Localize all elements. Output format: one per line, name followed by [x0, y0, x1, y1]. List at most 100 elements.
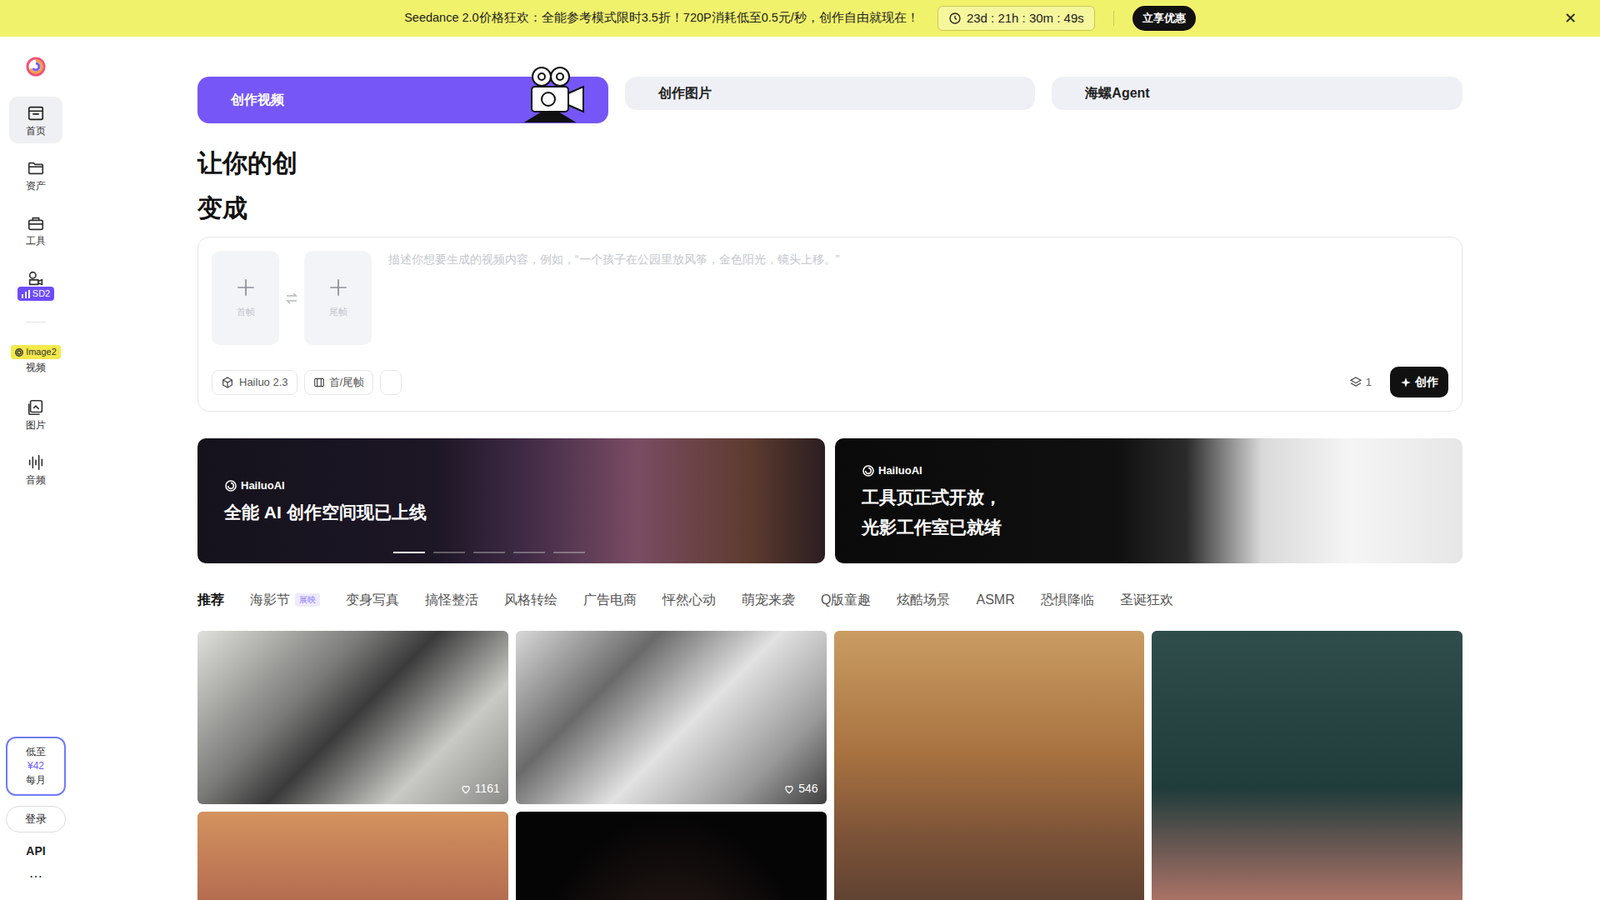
mode-tab[interactable]: 创作视频 [197, 76, 609, 124]
carousel-dot[interactable] [393, 551, 425, 554]
api-link[interactable]: API [25, 842, 45, 860]
promo-card[interactable]: HailuoAI全能 AI 创作空间现已上线 [197, 438, 825, 564]
likes-count: 546 [798, 780, 818, 798]
sidebar-item[interactable]: 首页 [9, 96, 63, 144]
gallery-card[interactable] [515, 811, 827, 900]
close-button[interactable]: ✕ [1564, 8, 1577, 29]
carousel-dot[interactable] [473, 551, 505, 554]
mode-label: 首/尾帧 [329, 374, 365, 391]
promo-bar-content: Seedance 2.0价格狂欢：全能参考模式限时3.5折！720P消耗低至0.… [404, 5, 1196, 31]
countdown: 23d : 21h : 30m : 49s [937, 5, 1095, 31]
mode-tab[interactable]: 海螺Agent [1051, 76, 1463, 110]
mode-select[interactable]: 首/尾帧 [304, 370, 375, 395]
sidebar-item[interactable]: 音频 [9, 445, 63, 493]
sidebar-label: 视频 [25, 361, 46, 374]
sidebar-item[interactable]: Image2视频 [9, 335, 63, 383]
category-label: 怦然心动 [662, 590, 716, 610]
category-label: 海影节 [250, 590, 290, 610]
category-tab[interactable]: ASMR [975, 590, 1015, 610]
category-tab[interactable]: 恐惧降临 [1040, 590, 1095, 610]
sparkle-icon [1400, 376, 1412, 389]
likes[interactable]: 546 [783, 780, 818, 798]
category-tab[interactable]: 圣诞狂欢 [1120, 590, 1174, 610]
gallery-column [1151, 630, 1463, 900]
sidebar-label: 图片 [25, 419, 46, 431]
category-badge: 展映 [295, 593, 320, 607]
frame-label: 尾帧 [329, 305, 348, 320]
create-label: 创作 [1415, 373, 1439, 391]
divider [1113, 10, 1115, 26]
gallery-card[interactable] [1151, 630, 1463, 900]
sidebar-item[interactable]: SD2 [9, 261, 63, 309]
category-tab[interactable]: 风格转绘 [504, 590, 558, 610]
frame-upload[interactable]: 首帧 [211, 250, 280, 345]
category-label: 搞怪整活 [425, 590, 479, 610]
composer: 首帧尾帧 Hailuo 2.3 首/尾帧 1 创作 [197, 236, 1463, 412]
offer-button[interactable]: 立享优惠 [1132, 5, 1196, 31]
badge-text: Image2 [25, 345, 57, 360]
clock-icon [948, 11, 962, 25]
chart-icon [21, 290, 30, 299]
headline: 让你的创变成 [197, 140, 1463, 231]
category-tab[interactable]: 变身写真 [345, 590, 400, 610]
login-button[interactable]: 登录 [5, 805, 66, 833]
category-tab[interactable]: 推荐 [197, 590, 225, 610]
heart-icon [460, 783, 472, 795]
content: 创作视频 创作图片 海螺Agent 让你的创变成首帧尾帧 Hailuo 2.3 首/尾帧 1… [197, 76, 1463, 900]
countdown-text: 23d : 21h : 30m : 49s [966, 9, 1085, 29]
gallery-card[interactable]: 546 [515, 630, 827, 805]
heart-icon [783, 783, 795, 795]
category-tab[interactable]: 搞怪整活 [425, 590, 479, 610]
gallery-column: 1161 [197, 630, 509, 900]
count-text: 1 [1365, 374, 1372, 391]
category-tab[interactable]: 怦然心动 [662, 590, 716, 610]
sidebar-item[interactable]: 资产 [9, 151, 63, 199]
plus-icon [235, 276, 257, 299]
likes-count: 1161 [475, 780, 500, 798]
sidebar-item[interactable]: 图片 [9, 390, 63, 438]
category-tab[interactable]: 炫酷场景 [896, 590, 950, 610]
composer-bottom: Hailuo 2.3 首/尾帧 1 创作 [211, 366, 1449, 398]
headline-line: 变成 [197, 185, 1463, 231]
frame-upload[interactable]: 尾帧 [304, 250, 372, 345]
carousel-dot[interactable] [553, 551, 585, 554]
carousel-dot[interactable] [433, 551, 465, 554]
mode-tab-label: 创作视频 [230, 90, 285, 110]
promo-text: HailuoAI工具页正式开放，光影工作室已就绪 [835, 438, 1152, 564]
carousel-dot[interactable] [513, 551, 545, 554]
app-body: 首页资产工具SD2Image2视频图片音频低至¥42每月登录API⋯创作视频创作… [0, 36, 1600, 900]
category-tab[interactable]: 萌宠来袭 [741, 590, 795, 610]
pricing-card[interactable]: 低至¥42每月 [5, 736, 66, 796]
category-tab[interactable]: Q版童趣 [820, 590, 871, 610]
category-tab[interactable]: 广告电商 [583, 590, 637, 610]
gallery-column [834, 630, 1145, 900]
mode-tab-label: 海螺Agent [1085, 83, 1150, 104]
prompt-input[interactable] [388, 250, 1449, 335]
sidebar-item[interactable]: 工具 [9, 206, 63, 254]
likes[interactable]: 1161 [460, 780, 500, 798]
promo-title: 工具页正式开放， [861, 485, 1152, 510]
create-button[interactable]: 创作 [1390, 366, 1449, 398]
more-button[interactable]: ⋯ [29, 870, 43, 884]
pricing-line: 每月 [25, 773, 46, 788]
badge: SD2 [17, 286, 55, 301]
category-label: 圣诞狂欢 [1120, 590, 1174, 610]
promo-title: 光影工作室已就绪 [861, 515, 1152, 540]
headline-line: 让你的创 [197, 140, 1463, 186]
model-select[interactable]: Hailuo 2.3 [211, 370, 298, 395]
count[interactable]: 1 [1349, 374, 1372, 391]
nav-icon [26, 104, 45, 123]
promo-bar: Seedance 2.0价格狂欢：全能参考模式限时3.5折！720P消耗低至0.… [0, 0, 1600, 37]
gallery-card[interactable]: 1161 [197, 630, 509, 805]
brand-icon [224, 479, 238, 493]
mode-tab[interactable]: 创作图片 [625, 76, 1036, 110]
gallery-card[interactable] [834, 630, 1145, 900]
category-tab[interactable]: 海影节展映 [250, 590, 320, 610]
promo-brand: HailuoAI [224, 477, 515, 495]
sidebar-label: 资产 [25, 180, 46, 192]
camera-icon [26, 269, 45, 288]
extra-option[interactable] [380, 370, 402, 395]
gallery-card[interactable] [197, 811, 509, 900]
promo-card[interactable]: HailuoAI工具页正式开放，光影工作室已就绪 [835, 438, 1463, 564]
sidebar-label: 工具 [25, 235, 46, 247]
